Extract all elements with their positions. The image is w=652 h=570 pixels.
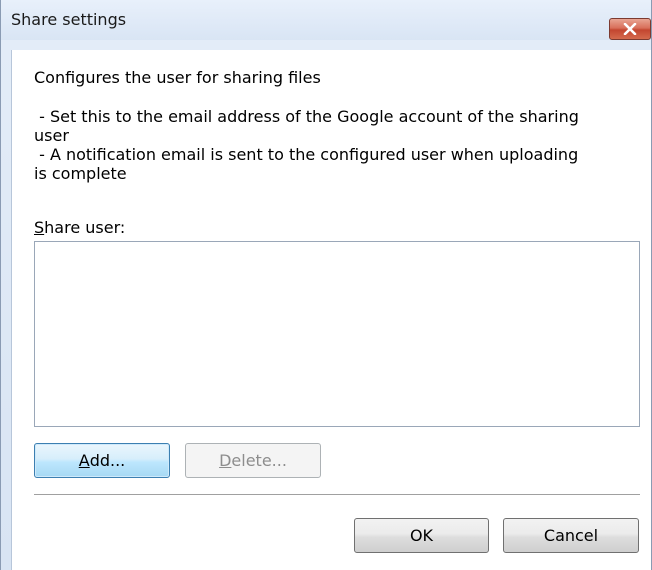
dialog-content: Configures the user for sharing files - … xyxy=(11,50,651,570)
ok-button[interactable]: OK xyxy=(354,518,489,553)
share-user-list[interactable] xyxy=(34,241,640,427)
window-title: Share settings xyxy=(11,10,127,29)
title-bar[interactable]: Share settings xyxy=(1,0,651,40)
cancel-button[interactable]: Cancel xyxy=(503,518,639,553)
delete-button-label: elete... xyxy=(231,451,287,470)
share-user-label-mnemonic: S xyxy=(34,218,45,237)
description-bullet-2-line-2: is complete xyxy=(34,164,127,183)
close-button[interactable] xyxy=(609,18,651,40)
add-button-mnemonic: A xyxy=(78,451,90,470)
description-bullet-1-line-2: user xyxy=(34,126,69,145)
description-heading: Configures the user for sharing files xyxy=(34,68,321,87)
separator xyxy=(34,494,640,495)
share-user-label-rest: hare user: xyxy=(44,218,126,237)
delete-button[interactable]: Delete... xyxy=(185,443,321,478)
description-bullet-2-line-1: - A notification email is sent to the co… xyxy=(34,145,579,164)
add-button-label: dd... xyxy=(89,451,126,470)
add-button[interactable]: Add... xyxy=(34,443,170,478)
share-user-label: Share user: xyxy=(34,218,125,237)
description-bullet-1-line-1: - Set this to the email address of the G… xyxy=(34,107,579,126)
close-icon xyxy=(623,23,637,35)
share-settings-dialog: Share settings Configures the user for s… xyxy=(0,0,652,570)
delete-button-mnemonic: D xyxy=(219,451,232,470)
